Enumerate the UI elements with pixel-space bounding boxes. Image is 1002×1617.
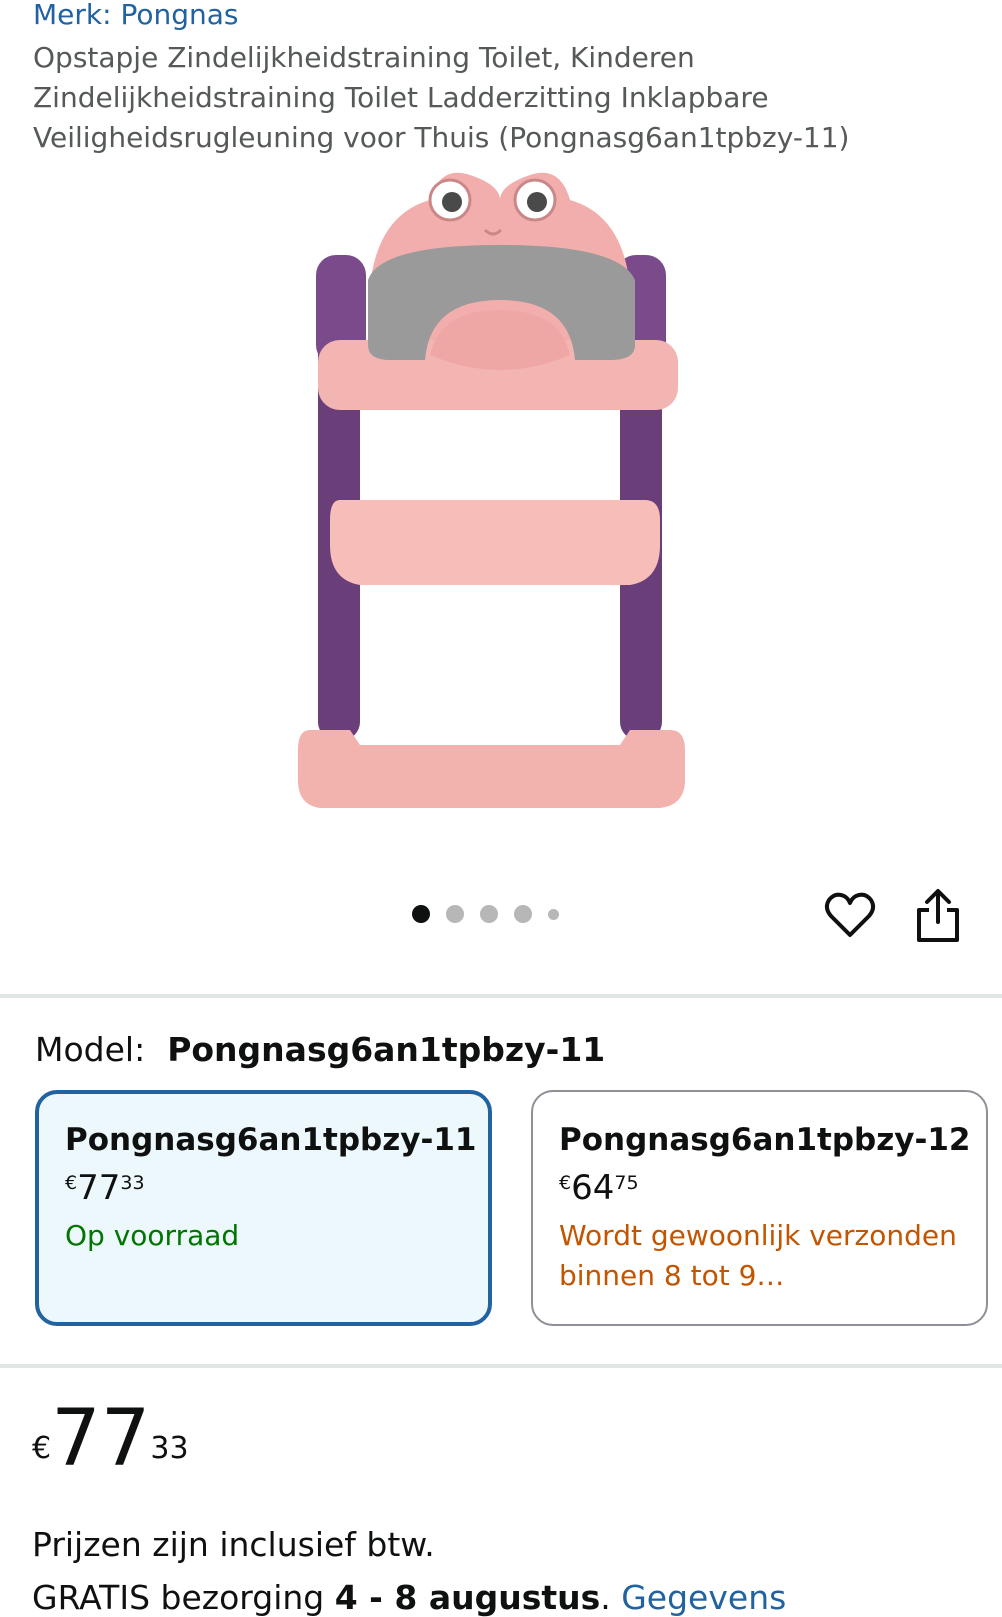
- product-image[interactable]: [290, 160, 710, 830]
- product-title: Opstapje Zindelijkheidstraining Toilet, …: [33, 41, 850, 154]
- main-price: €7733: [32, 1394, 189, 1484]
- section-divider: [0, 1364, 1002, 1368]
- model-selector-label: Model: Pongnasg6an1tpbzy-11: [35, 1030, 605, 1069]
- carousel-dot-1[interactable]: [412, 905, 430, 923]
- model-value: Pongnasg6an1tpbzy-11: [167, 1030, 606, 1069]
- variant-price: €6475: [559, 1168, 639, 1208]
- tax-note: Prijzen zijn inclusief btw.: [32, 1525, 435, 1564]
- share-icon[interactable]: [913, 888, 963, 944]
- variant-name: Pongnasg6an1tpbzy-12: [559, 1122, 971, 1158]
- heart-icon[interactable]: [823, 888, 877, 942]
- delivery-info: GRATIS bezorging 4 - 8 augustus. Gegeven…: [32, 1578, 787, 1617]
- delivery-details-link[interactable]: Gegevens: [621, 1578, 786, 1617]
- image-carousel-dots[interactable]: [412, 905, 559, 923]
- section-divider: [0, 994, 1002, 998]
- model-label: Model:: [35, 1030, 146, 1069]
- variant-shipping-status: Wordt gewoonlijk verzonden binnen 8 tot …: [559, 1219, 957, 1292]
- carousel-dot-3[interactable]: [480, 905, 498, 923]
- carousel-dot-4[interactable]: [514, 905, 532, 923]
- carousel-dot-5[interactable]: [548, 908, 559, 920]
- variant-stock-status: Op voorraad: [65, 1219, 240, 1252]
- variant-price: €7733: [65, 1168, 145, 1208]
- brand-link[interactable]: Merk: Pongnas: [33, 0, 238, 31]
- variant-name: Pongnasg6an1tpbzy-11: [65, 1122, 477, 1158]
- variant-option-12[interactable]: Pongnasg6an1tpbzy-12 €6475 Wordt gewoonl…: [531, 1090, 988, 1326]
- variant-option-11[interactable]: Pongnasg6an1tpbzy-11 €7733 Op voorraad: [35, 1090, 492, 1326]
- carousel-dot-2[interactable]: [446, 905, 464, 923]
